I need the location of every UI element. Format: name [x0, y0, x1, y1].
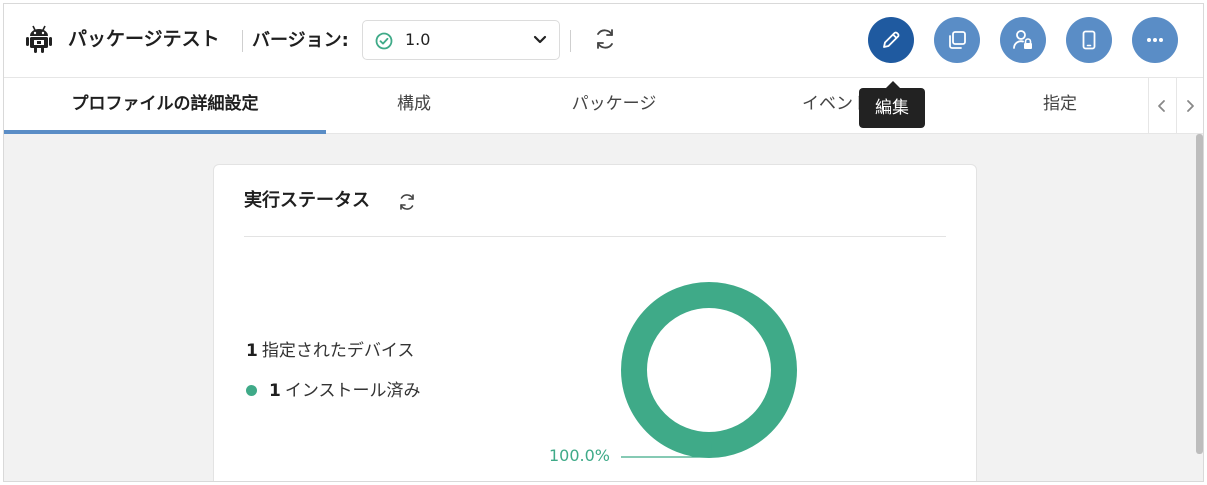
- installed-legend-item: 1 インストール済み: [246, 379, 421, 403]
- execution-status-card: 実行ステータス 1 指定されたデバイス 1 インストール済み 100.0%: [213, 164, 977, 481]
- tab-profile-details[interactable]: プロファイルの詳細設定: [4, 78, 326, 134]
- tab-bar: プロファイルの詳細設定 構成 パッケージ イベント 指定: [4, 78, 1203, 134]
- copy-icon: [949, 31, 966, 49]
- header-divider: [570, 30, 571, 52]
- installed-legend-dot: [246, 384, 257, 396]
- donut-slice-1: [621, 282, 797, 458]
- card-title: 実行ステータス: [244, 190, 370, 211]
- tab-packages[interactable]: パッケージ: [502, 78, 726, 134]
- header: パッケージテスト バージョン: 1.0: [4, 4, 1203, 78]
- installed-label: インストール済み: [284, 381, 421, 401]
- check-circle-icon: [375, 32, 393, 50]
- package-title: パッケージテスト: [68, 28, 220, 50]
- device-button[interactable]: [1066, 17, 1112, 63]
- refresh-icon[interactable]: [397, 192, 417, 212]
- installed-count: 1: [269, 381, 281, 401]
- more-horizontal-icon: [1147, 38, 1163, 42]
- chevron-down-icon: [533, 35, 547, 44]
- copy-button[interactable]: [934, 17, 980, 63]
- more-button[interactable]: [1132, 17, 1178, 63]
- android-icon: [26, 25, 52, 53]
- tab-scroll-left-button[interactable]: [1148, 78, 1174, 134]
- donut-percent-label: 100.0%: [549, 446, 611, 465]
- app-frame: パッケージテスト バージョン: 1.0 プロファイルの詳細設定 構成 パッケージ…: [3, 3, 1204, 482]
- assigned-devices-stat: 1 指定されたデバイス: [246, 339, 414, 363]
- version-label: バージョン:: [252, 30, 349, 51]
- edit-button[interactable]: [868, 17, 914, 63]
- user-lock-icon: [1013, 30, 1032, 49]
- tab-configuration[interactable]: 構成: [326, 78, 502, 134]
- tab-scroll-right-button[interactable]: [1176, 78, 1202, 134]
- smartphone-icon: [1082, 30, 1096, 50]
- version-value: 1.0: [405, 30, 431, 49]
- refresh-icon[interactable]: [592, 26, 618, 52]
- assigned-count: 1: [246, 341, 258, 361]
- header-divider: [242, 30, 243, 52]
- percent-leader-line: [621, 443, 712, 458]
- assigned-label: 指定されたデバイス: [261, 341, 415, 361]
- card-divider: [244, 236, 946, 237]
- vertical-scrollbar[interactable]: [1196, 134, 1203, 454]
- pencil-icon: [883, 31, 900, 48]
- chevron-right-icon: [1186, 100, 1194, 112]
- chevron-left-icon: [1157, 100, 1165, 112]
- tab-assignment[interactable]: 指定: [946, 78, 1174, 134]
- edit-tooltip: 編集: [859, 81, 925, 128]
- user-lock-button[interactable]: [1000, 17, 1046, 63]
- version-select[interactable]: 1.0: [362, 20, 560, 60]
